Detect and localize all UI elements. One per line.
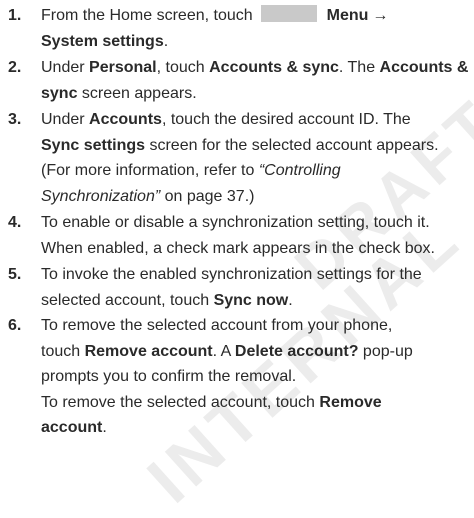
step-body: From the Home screen, touch Menu → System … xyxy=(41,3,473,54)
step-text: To remove the selected account from your… xyxy=(41,317,393,334)
step-body: Under Personal, touch Accounts & sync. T… xyxy=(41,55,473,106)
step-line: touch Remove account. A Delete account? … xyxy=(41,339,473,365)
step-line: Synchronization” on page 37.) xyxy=(41,184,473,210)
step-text: Under xyxy=(41,111,90,128)
step-text: Under xyxy=(41,59,90,76)
step-line: System settings. xyxy=(41,29,473,55)
step-line: (For more information, refer to “Control… xyxy=(41,158,473,184)
step-line: When enabled, a check mark appears in th… xyxy=(41,236,473,262)
step-body: To invoke the enabled synchronization se… xyxy=(41,262,473,313)
step-number: 5. xyxy=(8,266,22,283)
step-line: To enable or disable a synchronization s… xyxy=(41,210,473,236)
accounts-sync-screen-label: sync xyxy=(41,84,78,102)
accounts-sync-label: Accounts & sync xyxy=(209,59,339,76)
step-text: selected account, touch xyxy=(41,291,214,309)
step-number: 6. xyxy=(8,317,22,334)
step-text: To invoke the enabled synchronization se… xyxy=(41,266,422,283)
step-text: . The xyxy=(338,59,380,76)
step-line: sync screen appears. xyxy=(41,81,473,107)
personal-label: Personal xyxy=(89,59,157,76)
arrow-right-icon: → xyxy=(372,7,389,24)
step-text: To remove the selected account, touch xyxy=(41,393,320,411)
delete-account-label: Delete account? xyxy=(234,342,359,360)
step-text: screen appears. xyxy=(77,84,197,102)
system-settings-label: System settings xyxy=(41,32,164,50)
step-text: , touch the desired account ID. The xyxy=(161,111,411,128)
sync-now-label: Sync now xyxy=(213,291,289,309)
step-number: 2. xyxy=(8,59,22,76)
remove-account-label: Remove xyxy=(319,393,382,411)
step-line: From the Home screen, touch Menu → xyxy=(41,3,473,29)
step-body: To remove the selected account from your… xyxy=(41,313,473,441)
remove-account-label: account xyxy=(41,419,103,436)
step-line: prompts you to confirm the removal. xyxy=(41,364,473,390)
step-line: Under Accounts, touch the desired accoun… xyxy=(41,107,473,133)
remove-account-label: Remove account xyxy=(84,342,213,360)
step-line: To remove the selected account, touch Re… xyxy=(41,390,473,416)
step-number: 3. xyxy=(8,111,22,128)
step-text: . A xyxy=(212,342,235,360)
step-line: To invoke the enabled synchronization se… xyxy=(41,262,473,288)
step-text: on page 37.) xyxy=(160,187,255,205)
step-text: screen for the selected account appears. xyxy=(145,136,439,154)
accounts-sync-screen-label: Accounts & xyxy=(379,59,469,76)
step-text: From the Home screen, touch xyxy=(41,7,253,24)
step-line: selected account, touch Sync now. xyxy=(41,288,473,314)
step-text: prompts you to confirm the removal. xyxy=(41,368,297,385)
cross-reference-link: Synchronization” xyxy=(41,187,161,205)
step-line: Sync settings screen for the selected ac… xyxy=(41,133,473,159)
menu-key-icon xyxy=(260,5,317,22)
accounts-label: Accounts xyxy=(89,111,162,128)
document-page: DRAFT INTERNAL 1. From the Home screen, … xyxy=(0,0,474,517)
step-body: Under Accounts, touch the desired accoun… xyxy=(41,107,473,209)
step-number: 1. xyxy=(8,7,22,24)
step-text: (For more information, refer to xyxy=(41,162,259,179)
step-text: pop-up xyxy=(358,342,413,360)
menu-label: Menu xyxy=(326,7,369,24)
step-line: To remove the selected account from your… xyxy=(41,313,473,339)
step-number: 4. xyxy=(8,214,22,231)
step-text: touch xyxy=(41,342,85,360)
step-line: account. xyxy=(41,415,473,441)
step-text: . xyxy=(102,419,107,436)
step-text: . xyxy=(288,291,293,309)
step-text: To enable or disable a synchronization s… xyxy=(41,214,430,231)
sync-settings-label: Sync settings xyxy=(41,136,146,154)
cross-reference-link: “Controlling xyxy=(258,162,341,179)
step-body: To enable or disable a synchronization s… xyxy=(41,210,473,261)
step-line: Under Personal, touch Accounts & sync. T… xyxy=(41,55,473,81)
step-text: When enabled, a check mark appears in th… xyxy=(41,239,435,257)
step-text: , touch xyxy=(156,59,210,76)
step-text: . xyxy=(163,32,169,50)
